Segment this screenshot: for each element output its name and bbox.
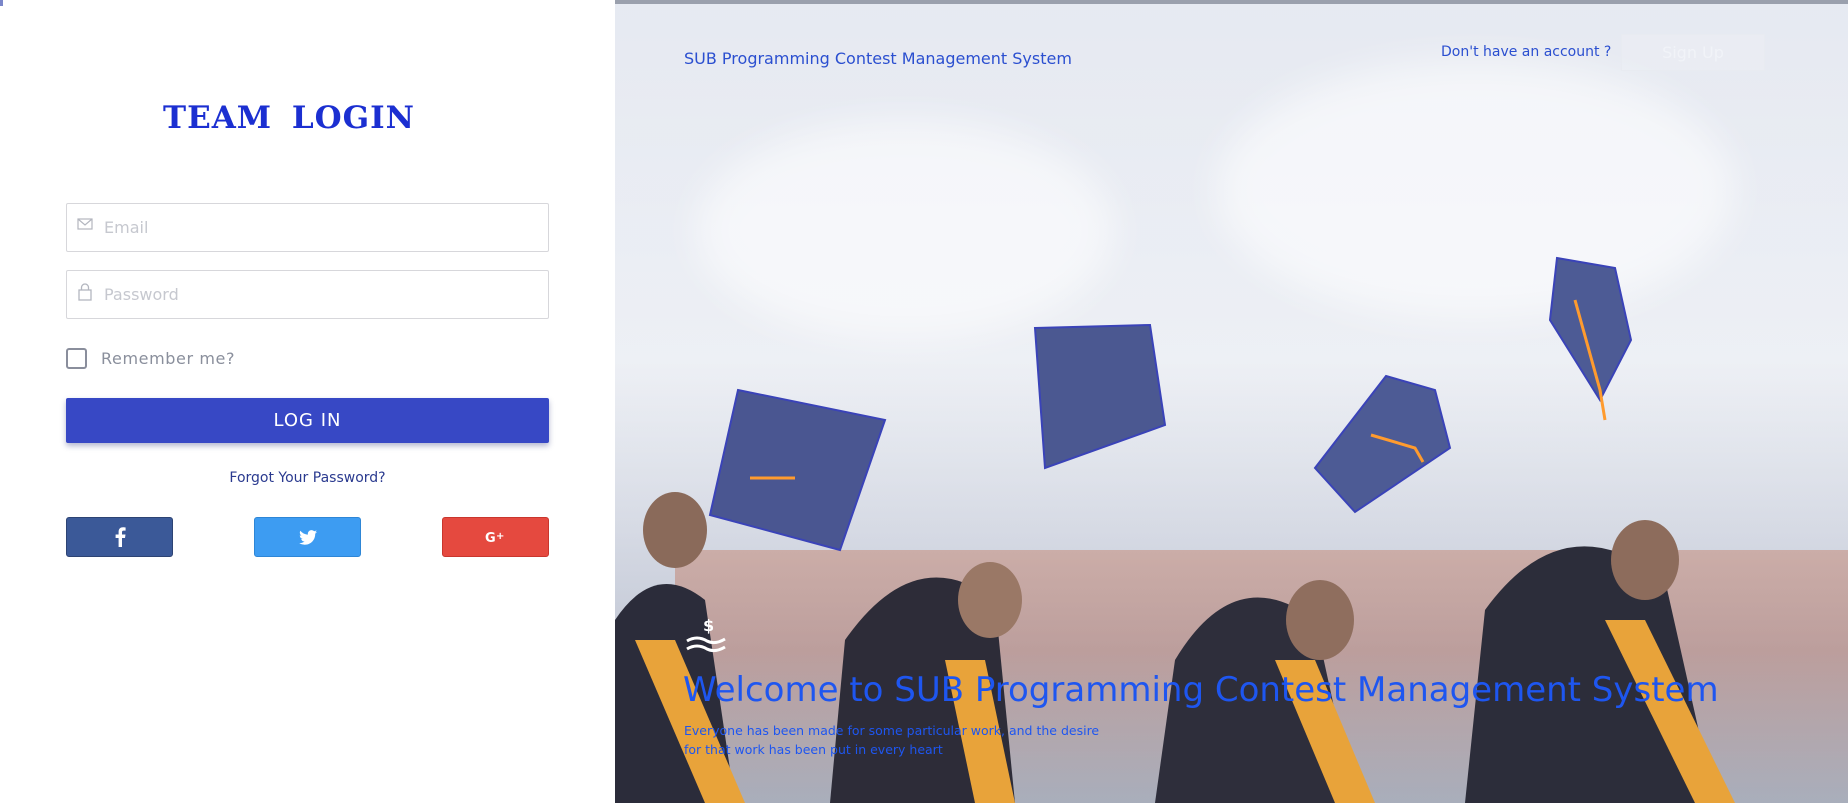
welcome-heading: Welcome to SUB Programming Contest Manag… [683, 670, 1719, 710]
twitter-icon [298, 529, 317, 545]
graduate-head [958, 562, 1022, 638]
brand-title[interactable]: SUB Programming Contest Management Syste… [684, 49, 1072, 68]
remember-me[interactable]: Remember me? [66, 348, 235, 369]
graduate-head [643, 492, 707, 568]
twitter-login-button[interactable] [254, 517, 361, 557]
login-panel: TEAM LOGIN Remember me? LOG IN Forgot Yo… [0, 0, 615, 803]
forgot-password-link[interactable]: Forgot Your Password? [66, 470, 549, 486]
graduation-cap [1313, 374, 1452, 514]
envelope-icon [77, 216, 93, 232]
facebook-icon [114, 527, 126, 547]
sign-up-button[interactable]: Sign Up [1621, 34, 1765, 71]
facebook-login-button[interactable] [66, 517, 173, 557]
login-title: TEAM LOGIN [163, 100, 415, 136]
email-input[interactable] [104, 204, 534, 251]
login-button[interactable]: LOG IN [66, 398, 549, 443]
email-field[interactable] [66, 203, 549, 252]
no-account-text: Don't have an account ? [1441, 44, 1612, 60]
lock-icon [77, 283, 93, 301]
graduate-head [1611, 520, 1679, 600]
hero-panel: $ SUB Programming Contest Management Sys… [615, 0, 1848, 803]
corner-mark [0, 0, 3, 6]
google-plus-login-button[interactable]: G + [442, 517, 549, 557]
graduate-head [1286, 580, 1354, 660]
svg-text:G: G [485, 531, 496, 544]
svg-text:$: $ [703, 616, 714, 635]
graduation-cap [1033, 323, 1167, 470]
google-plus-icon: G + [485, 530, 507, 544]
page: TEAM LOGIN Remember me? LOG IN Forgot Yo… [0, 0, 1848, 803]
graduation-cap [1548, 256, 1633, 403]
remember-label: Remember me? [101, 349, 236, 368]
password-input[interactable] [104, 271, 534, 318]
svg-text:+: + [496, 531, 504, 542]
remember-checkbox[interactable] [66, 348, 87, 369]
money-hand-icon: $ [685, 615, 729, 661]
welcome-subtitle: Everyone has been made for some particul… [684, 723, 1100, 757]
graduation-cap [708, 388, 887, 552]
password-field[interactable] [66, 270, 549, 319]
